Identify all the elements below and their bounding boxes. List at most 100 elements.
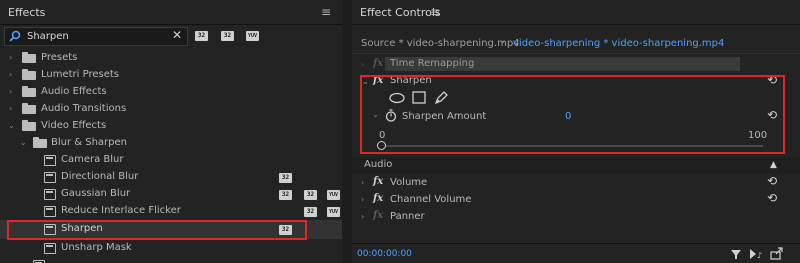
collapse-triangle-icon[interactable]: ▲ <box>770 160 777 170</box>
tree-item-camera-blur[interactable]: Camera Blur <box>0 152 342 169</box>
chevron-right-icon[interactable]: › <box>9 53 12 62</box>
chevron-down-icon[interactable]: ⌄ <box>20 138 27 147</box>
tab-source[interactable]: Source * video-sharpening.mp4 <box>361 38 520 49</box>
hamburger-menu-icon[interactable]: ≡ <box>430 5 440 19</box>
ellipse-mask-icon[interactable] <box>389 92 405 104</box>
fx-icon[interactable]: fx <box>373 176 383 187</box>
accelerated-effects-filter-button[interactable]: 32 <box>195 31 208 41</box>
tree-item-presets[interactable]: › Presets <box>0 50 342 67</box>
pen-mask-icon[interactable] <box>434 90 449 105</box>
folder-icon <box>22 120 36 131</box>
tree-item-label: Sharpen <box>61 223 103 234</box>
chevron-down-icon[interactable]: ⌄ <box>499 36 507 46</box>
tree-item-label: Lumetri Presets <box>41 69 120 80</box>
time-remapping-label: Time Remapping <box>390 58 475 69</box>
tree-item-directional-blur[interactable]: Directional Blur 32 <box>0 169 342 186</box>
time-remapping-row[interactable]: › fx Time Remapping <box>352 57 800 74</box>
clear-icon[interactable]: ✕ <box>172 28 182 42</box>
chevron-right-icon[interactable]: › <box>361 178 364 187</box>
tree-item-gaussian-blur[interactable]: Gaussian Blur 32 32 YUV <box>0 186 342 203</box>
effect-name: Sharpen <box>390 75 432 86</box>
accelerated-badge: 32 <box>279 190 292 200</box>
accelerated-badge: 32 <box>279 173 292 183</box>
accelerated-badge: 32 <box>279 225 292 235</box>
hamburger-menu-icon[interactable]: ≡ <box>321 5 331 19</box>
sharpen-amount-value[interactable]: 0 <box>565 111 571 122</box>
reset-icon[interactable]: ⟲ <box>767 108 777 122</box>
slider-thumb[interactable] <box>377 141 386 150</box>
chevron-right-icon[interactable]: › <box>361 60 364 69</box>
timecode[interactable]: 00:00:00:00 <box>357 249 412 259</box>
tree-item-label: Video Effects <box>41 120 107 131</box>
audio-effect-channel-volume[interactable]: › fx Channel Volume ⟲ <box>352 191 800 209</box>
tree-item-label: Presets <box>41 52 78 63</box>
reset-icon[interactable]: ⟲ <box>767 191 777 205</box>
effect-icon <box>44 206 56 217</box>
tree-item-label: Reduce Interlace Flicker <box>61 205 181 216</box>
tree-item-partial <box>0 257 342 263</box>
search-input[interactable] <box>27 29 157 43</box>
chevron-right-icon[interactable]: › <box>9 87 12 96</box>
chevron-right-icon[interactable]: › <box>361 195 364 204</box>
effects-panel-header: Effects ≡ <box>0 0 342 25</box>
chevron-down-icon[interactable]: ⌄ <box>372 110 379 119</box>
tree-item-reduce-interlace-flicker[interactable]: Reduce Interlace Flicker 32 YUV <box>0 203 342 220</box>
effects-panel: Effects ≡ ✕ 32 32 YUV › Presets › Lumetr… <box>0 0 342 263</box>
sharpen-effect-row[interactable]: ⌄ fx Sharpen ⟲ <box>352 73 800 91</box>
rectangle-mask-icon[interactable] <box>412 91 426 104</box>
slider-max-label: 100 <box>748 130 768 141</box>
folder-icon <box>22 52 36 63</box>
tree-item-blur-sharpen[interactable]: ⌄ Blur & Sharpen <box>0 135 342 152</box>
fx-icon[interactable]: fx <box>373 58 383 69</box>
fx-icon[interactable]: fx <box>373 193 383 204</box>
32bit-badge: 32 <box>304 190 317 200</box>
filter-icon[interactable] <box>730 248 742 260</box>
svg-text:♪: ♪ <box>757 251 762 260</box>
audio-effect-panner[interactable]: › fx Panner <box>352 209 800 226</box>
effects-search-field[interactable]: ✕ <box>4 27 188 46</box>
export-icon[interactable] <box>770 247 784 260</box>
chevron-right-icon[interactable]: › <box>9 70 12 79</box>
tab-sequence[interactable]: video-sharpening * video-sharpening.mp4 <box>513 38 724 49</box>
reset-icon[interactable]: ⟲ <box>767 174 777 188</box>
fx-icon[interactable]: fx <box>373 75 383 86</box>
chevron-right-icon[interactable]: › <box>9 104 12 113</box>
effect-icon <box>44 172 56 183</box>
reset-icon[interactable]: ⟲ <box>767 73 777 87</box>
tree-item-video-effects[interactable]: ⌄ Video Effects <box>0 118 342 135</box>
audio-section-header: Audio ▲ <box>352 157 800 174</box>
tree-item-label: Unsharp Mask <box>61 242 132 253</box>
chevron-down-icon[interactable]: ⌄ <box>362 77 369 86</box>
chevron-right-icon[interactable]: › <box>361 212 364 221</box>
effect-icon <box>44 224 56 235</box>
tree-item-unsharp-mask[interactable]: Unsharp Mask <box>0 240 342 257</box>
divider <box>352 243 800 244</box>
folder-icon <box>33 137 47 148</box>
tree-item-sharpen[interactable]: Sharpen 32 <box>0 220 342 239</box>
slider-min-label: 0 <box>379 130 386 141</box>
tree-item-lumetri-presets[interactable]: › Lumetri Presets <box>0 67 342 84</box>
divider <box>352 53 800 54</box>
play-audio-icon[interactable]: ♪ <box>749 248 763 260</box>
audio-effect-label: Channel Volume <box>390 194 472 205</box>
sharpen-amount-label: Sharpen Amount <box>402 111 487 122</box>
yuv-filter-button[interactable]: YUV <box>246 31 259 41</box>
fx-icon[interactable]: fx <box>373 210 383 221</box>
effect-controls-title: Effect Controls <box>360 6 441 19</box>
yuv-badge: YUV <box>327 207 340 217</box>
32bit-badge: 32 <box>304 207 317 217</box>
32bit-color-filter-button[interactable]: 32 <box>221 31 234 41</box>
tree-item-audio-transitions[interactable]: › Audio Transitions <box>0 101 342 118</box>
sharpen-amount-row[interactable]: ⌄ Sharpen Amount 0 ⟲ <box>352 108 800 125</box>
tree-item-label: Audio Effects <box>41 86 107 97</box>
chevron-down-icon[interactable]: ⌄ <box>8 121 15 130</box>
effect-controls-panel: Effect Controls ≡ Source * video-sharpen… <box>352 0 800 263</box>
search-icon <box>9 30 21 42</box>
effect-icon <box>44 189 56 200</box>
tree-item-label: Audio Transitions <box>41 103 127 114</box>
effect-icon <box>44 155 56 166</box>
tree-item-audio-effects[interactable]: › Audio Effects <box>0 84 342 101</box>
stopwatch-icon[interactable] <box>385 109 397 122</box>
audio-effect-volume[interactable]: › fx Volume ⟲ <box>352 174 800 192</box>
slider-track[interactable] <box>382 145 763 147</box>
